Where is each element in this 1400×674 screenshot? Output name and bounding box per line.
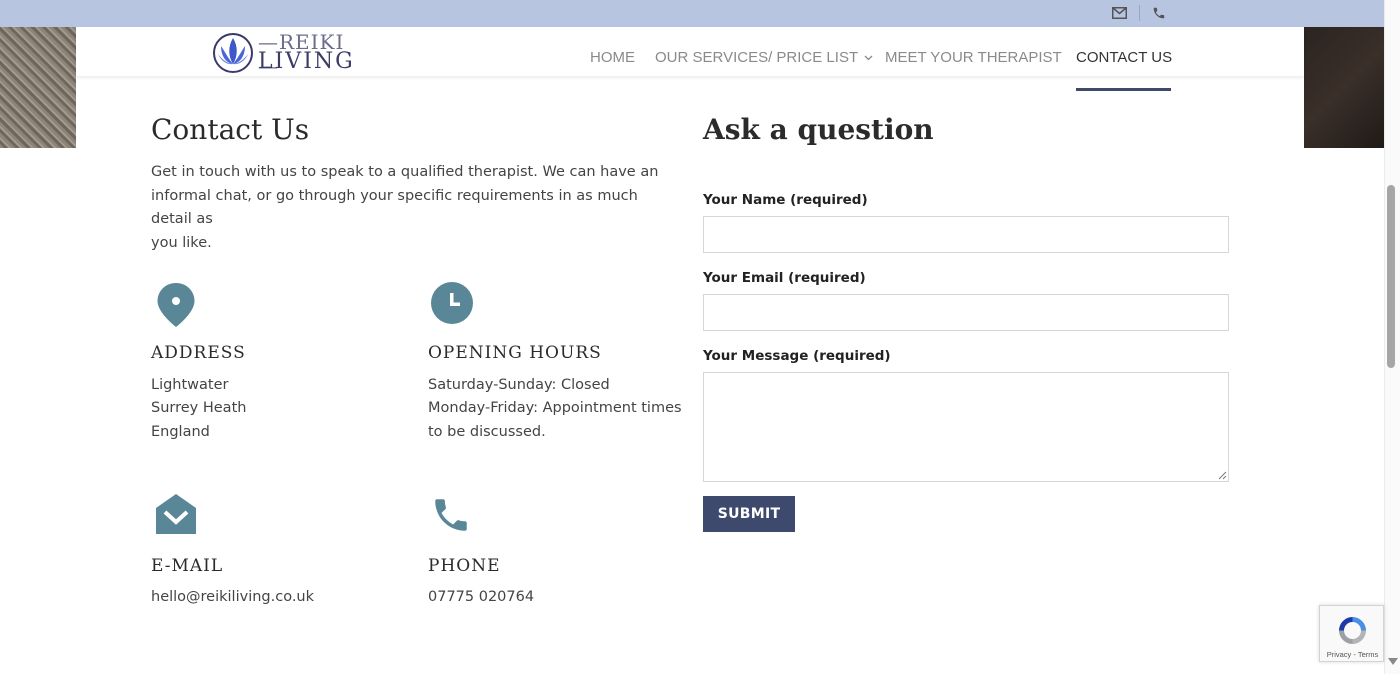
map-pin-icon [157,283,195,327]
background-image-left [0,27,76,148]
site-header: —REIKI— LIVING HOME OUR SERVICES/ PRICE … [76,27,1304,91]
lotus-icon [213,33,253,73]
topbar-divider [1139,5,1140,21]
phone-title: PHONE [428,556,501,576]
message-label: Your Message (required) [703,348,891,364]
address-line: Surrey Heath [151,400,247,416]
hours-line: Monday-Friday: Appointment times [428,400,682,416]
nav-services-label: OUR SERVICES/ PRICE LIST [655,49,858,66]
hours-line: to be discussed. [428,424,546,440]
phone-icon[interactable] [1150,5,1168,21]
recaptcha-icon [1339,617,1366,644]
form-title: Ask a question [703,113,934,146]
site-logo[interactable]: —REIKI— LIVING [212,30,362,78]
scrollbar-thumb[interactable] [1387,185,1395,368]
email-field[interactable] [703,294,1229,331]
nav-active-underline [1076,88,1171,91]
top-bar [0,0,1400,27]
phone-icon [435,499,467,531]
logo-text-living: LIVING [258,49,355,74]
contact-intro-line: informal chat, or go through your specif… [151,187,638,228]
scroll-down-arrow-icon[interactable] [1388,658,1398,665]
recaptcha-badge[interactable]: Privacy - Terms [1319,605,1384,662]
contact-intro-line: you like. [151,234,212,251]
message-field[interactable] [703,372,1229,482]
email-title: E-MAIL [151,556,224,576]
nav-services[interactable]: OUR SERVICES/ PRICE LIST [655,49,873,66]
email-value[interactable]: hello@reikiliving.co.uk [151,586,314,610]
mail-icon[interactable] [1110,5,1128,21]
hours-line: Saturday-Sunday: Closed [428,377,610,393]
scrollbar[interactable] [1384,0,1400,674]
name-label: Your Name (required) [703,192,868,208]
address-line: Lightwater [151,377,229,393]
background-image-right [1304,27,1384,148]
nav-home[interactable]: HOME [590,49,635,66]
contact-title: Contact Us [151,113,310,146]
resize-handle-icon[interactable] [1218,471,1227,480]
nav-meet-therapist[interactable]: MEET YOUR THERAPIST [885,49,1062,66]
hours-title: OPENING HOURS [428,343,602,363]
address-title: ADDRESS [151,343,246,363]
chevron-down-icon [864,55,873,61]
address-line: England [151,424,210,440]
email-label: Your Email (required) [703,270,866,286]
name-field[interactable] [703,216,1229,253]
contact-intro-line: Get in touch with us to speak to a quali… [151,164,659,180]
submit-button[interactable]: SUBMIT [703,496,795,532]
phone-value[interactable]: 07775 020764 [428,586,534,610]
contact-intro: Get in touch with us to speak to a quali… [151,161,681,255]
envelope-icon [156,494,196,534]
nav-contact-us[interactable]: CONTACT US [1076,49,1172,66]
recaptcha-links[interactable]: Privacy - Terms [1320,650,1385,659]
clock-icon [431,282,473,324]
